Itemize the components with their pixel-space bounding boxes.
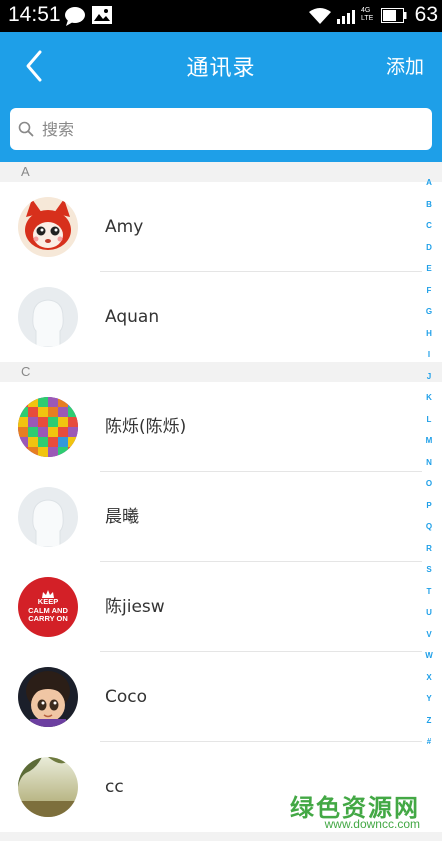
index-letter[interactable]: H <box>422 323 436 345</box>
index-letter[interactable]: U <box>422 602 436 624</box>
network-type: 4G LTE <box>361 7 374 22</box>
index-letter[interactable]: J <box>422 366 436 388</box>
index-letter[interactable]: E <box>422 258 436 280</box>
status-time: 14:51 <box>8 3 61 26</box>
header: 通讯录 添加 <box>0 32 442 162</box>
section-header-a: A <box>0 162 442 182</box>
contact-row[interactable]: 陈烁(陈烁) <box>0 382 442 472</box>
index-letter[interactable]: W <box>422 645 436 667</box>
cartoon-girl-avatar <box>18 667 78 727</box>
index-letter[interactable]: C <box>422 215 436 237</box>
section-header-c: C <box>0 362 442 382</box>
search-box[interactable] <box>10 108 432 150</box>
index-letter[interactable]: I <box>422 344 436 366</box>
keep-calm-avatar: KEEP CALM AND CARRY ON <box>18 577 78 637</box>
contact-name: Coco <box>105 687 148 707</box>
contact-list: A Amy Aquan C 陈烁(陈烁) 晨曦 KEEP CALM AND CA… <box>0 162 442 832</box>
contact-row[interactable]: KEEP CALM AND CARRY ON 陈jiesw <box>0 562 442 652</box>
index-letter[interactable]: D <box>422 237 436 259</box>
contact-row[interactable]: 晨曦 <box>0 472 442 562</box>
status-bar: 14:51 4G LTE 63 <box>0 0 442 32</box>
index-letter[interactable]: N <box>422 452 436 474</box>
contact-name: 陈烁(陈烁) <box>105 417 187 437</box>
index-letter[interactable]: Q <box>422 516 436 538</box>
search-icon <box>18 121 34 137</box>
index-letter[interactable]: G <box>422 301 436 323</box>
index-letter[interactable]: K <box>422 387 436 409</box>
chat-notification-icon <box>64 6 86 30</box>
index-letter[interactable]: S <box>422 559 436 581</box>
default-avatar <box>18 487 78 547</box>
index-letter[interactable]: T <box>422 581 436 603</box>
index-letter[interactable]: R <box>422 538 436 560</box>
colorful-blocks-avatar <box>18 397 78 457</box>
index-letter[interactable]: P <box>422 495 436 517</box>
contact-row[interactable]: Amy <box>0 182 442 272</box>
index-letter[interactable]: M <box>422 430 436 452</box>
battery-icon <box>381 8 407 27</box>
contact-name: Amy <box>105 217 144 237</box>
search-input[interactable] <box>40 108 422 150</box>
index-letter[interactable]: L <box>422 409 436 431</box>
index-letter[interactable]: F <box>422 280 436 302</box>
fox-avatar <box>18 197 78 257</box>
contact-row[interactable]: Aquan <box>0 272 442 362</box>
watermark-url: www.downcc.com <box>324 817 420 831</box>
contact-name: 晨曦 <box>105 507 139 527</box>
keep-calm-text: KEEP CALM AND CARRY ON <box>28 597 68 624</box>
alphabet-index[interactable]: A B C D E F G H I J K L M N O P Q R S T U V W X Y Z # <box>422 172 436 753</box>
index-letter[interactable]: Y <box>422 688 436 710</box>
index-letter[interactable]: B <box>422 194 436 216</box>
index-letter[interactable]: V <box>422 624 436 646</box>
index-letter[interactable]: # <box>422 731 436 753</box>
contact-row[interactable]: Coco <box>0 652 442 742</box>
page-title: 通讯录 <box>186 56 256 81</box>
index-letter[interactable]: O <box>422 473 436 495</box>
wifi-icon <box>309 8 331 28</box>
signal-icon <box>337 9 359 28</box>
contact-name: Aquan <box>105 307 160 327</box>
default-avatar <box>18 287 78 347</box>
contact-name: 陈jiesw <box>105 597 165 617</box>
index-letter[interactable]: Z <box>422 710 436 732</box>
index-letter[interactable]: X <box>422 667 436 689</box>
index-letter[interactable]: A <box>422 172 436 194</box>
add-contact-button[interactable]: 添加 <box>386 52 424 79</box>
contact-name: cc <box>105 777 124 797</box>
image-notification-icon <box>92 6 112 28</box>
landscape-avatar <box>18 757 78 817</box>
battery-level: 63 <box>414 3 438 26</box>
